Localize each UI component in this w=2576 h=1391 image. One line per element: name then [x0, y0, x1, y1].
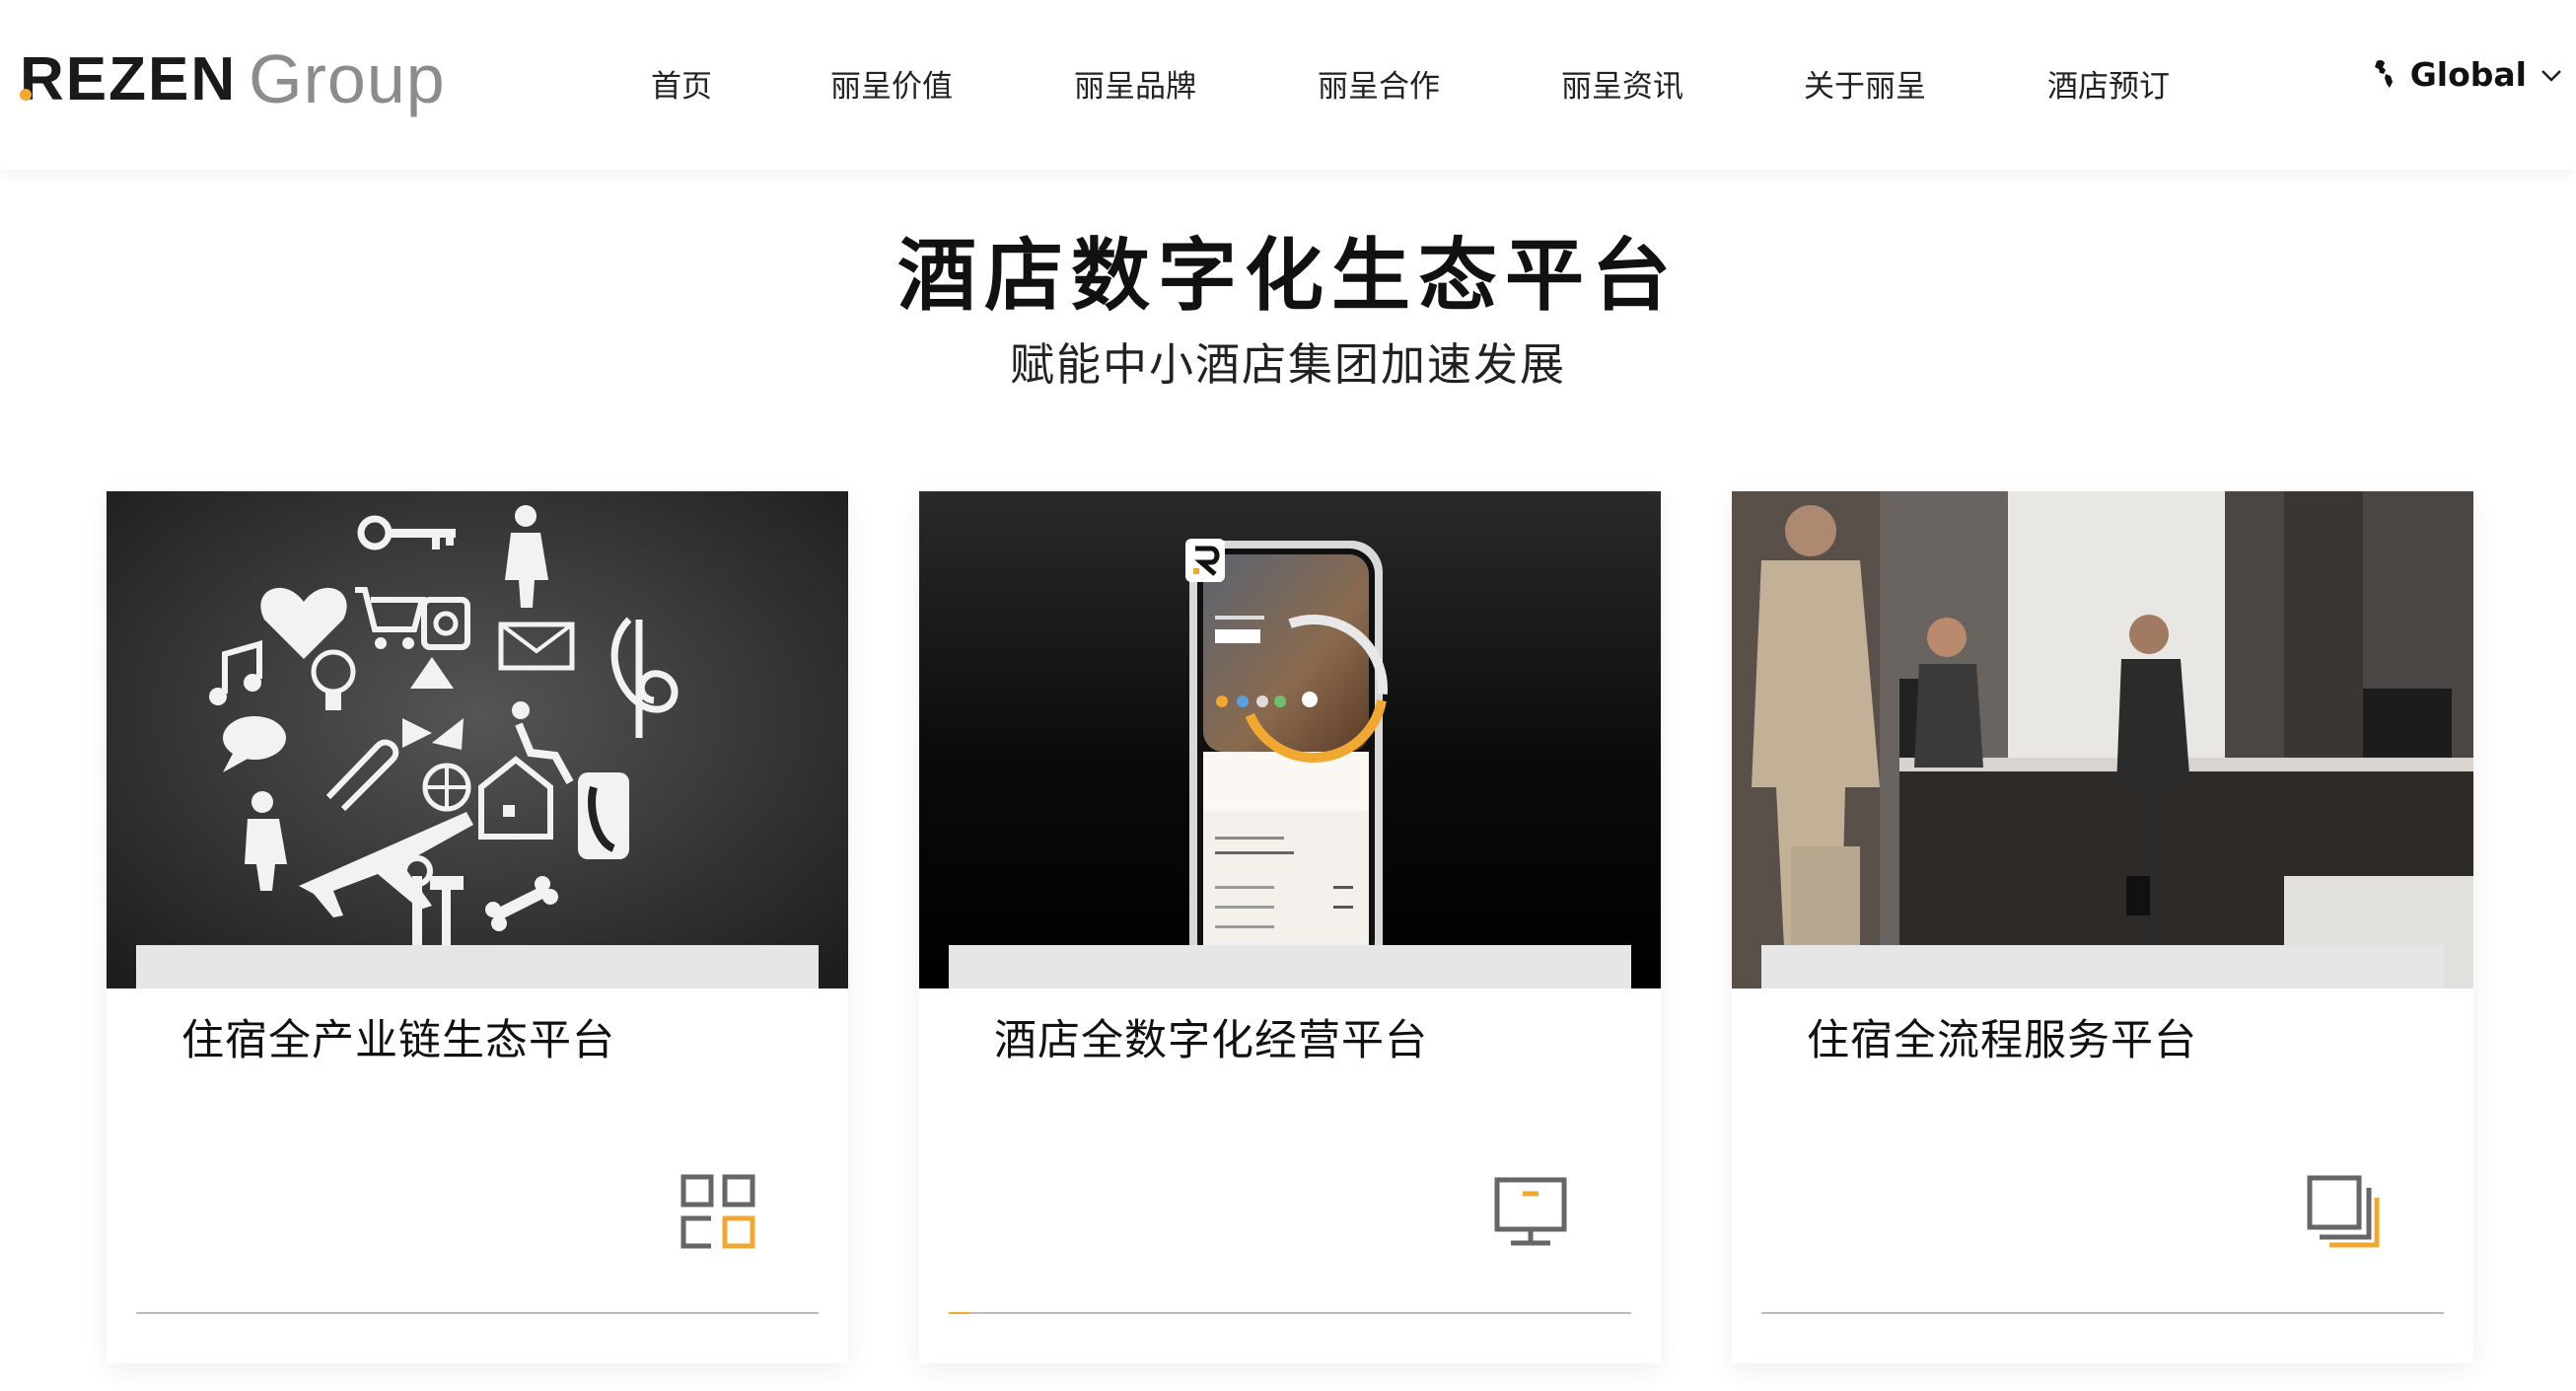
card-tab	[1761, 945, 2444, 988]
nav-cooperation[interactable]: 丽呈合作	[1318, 61, 1440, 106]
monitor-icon	[1493, 1174, 1568, 1249]
card-divider	[1761, 1312, 2444, 1314]
card-service-platform[interactable]: 住宿全流程服务平台	[1732, 491, 2473, 1363]
lifestyle-icons-photo	[107, 491, 848, 988]
layers-icon	[2306, 1174, 2381, 1249]
nav-booking[interactable]: 酒店预订	[2047, 61, 2170, 106]
card-divider	[136, 1312, 819, 1314]
logo-wordmark: REZEN	[20, 44, 238, 113]
card-divider	[949, 1312, 1631, 1314]
grid-icon	[680, 1174, 755, 1249]
rezen-logo[interactable]: REZEN Group	[16, 39, 446, 118]
page-subtitle: 赋能中小酒店集团加速发展	[1009, 338, 1566, 391]
nav-news[interactable]: 丽呈资讯	[1561, 61, 1683, 106]
nav-value[interactable]: 丽呈价值	[830, 61, 953, 106]
card-digital-operations-platform[interactable]: 酒店全数字化经营平台	[919, 491, 1661, 1363]
hotel-lobby-photo	[1732, 491, 2473, 988]
logo-accent-dot	[20, 89, 32, 101]
site-header: REZEN Group 首页 丽呈价值 丽呈品牌 丽呈合作 丽呈资讯 关于丽呈 …	[0, 0, 2576, 170]
card-ecosystem-platform[interactable]: 住宿全产业链生态平台	[107, 491, 848, 1363]
page-title: 酒店数字化生态平台	[897, 230, 1679, 322]
card-tab	[949, 945, 1631, 988]
logo-group-text: Group	[249, 40, 446, 117]
card-tab	[136, 945, 819, 988]
nav-about[interactable]: 关于丽呈	[1804, 61, 1926, 106]
nav-home[interactable]: 首页	[651, 61, 712, 106]
global-label: Global	[2409, 55, 2527, 94]
card-title: 酒店全数字化经营平台	[994, 1016, 1428, 1065]
nav-brands[interactable]: 丽呈品牌	[1074, 61, 1196, 106]
globe-icon	[2374, 59, 2393, 88]
smartphone-app-photo	[919, 491, 1661, 988]
card-title: 住宿全流程服务平台	[1807, 1016, 2197, 1065]
language-selector[interactable]: Global	[2371, 55, 2562, 94]
chevron-down-icon	[2540, 60, 2562, 90]
card-title: 住宿全产业链生态平台	[181, 1016, 615, 1065]
